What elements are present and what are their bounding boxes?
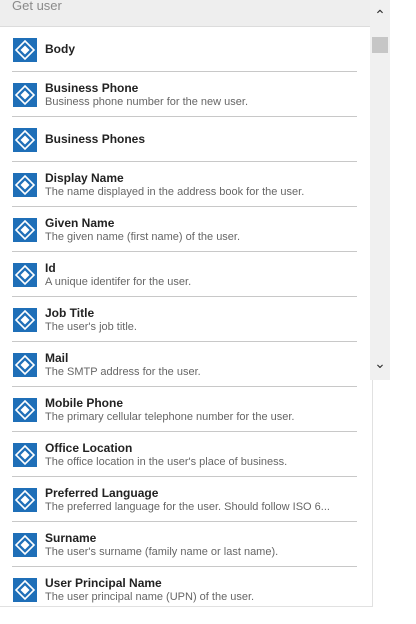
- dynamic-content-icon: [13, 488, 37, 512]
- item-description: The office location in the user's place …: [45, 456, 288, 468]
- dynamic-content-item[interactable]: Display Name The name displayed in the ad…: [0, 162, 372, 207]
- item-title: Surname: [45, 531, 97, 545]
- panel-title: Get user: [12, 0, 62, 13]
- dynamic-content-icon: [13, 263, 37, 287]
- item-description: The given name (first name) of the user.: [45, 231, 241, 243]
- item-description: The user's surname (family name or last …: [45, 546, 279, 558]
- dynamic-content-icon: [13, 533, 37, 557]
- chevron-down-icon[interactable]: ⌄: [370, 353, 390, 373]
- dynamic-content-icon: [13, 83, 37, 107]
- dynamic-content-icon: [13, 353, 37, 377]
- item-title: Display Name: [45, 171, 124, 185]
- item-description: The preferred language for the user. Sho…: [45, 501, 330, 513]
- item-title: Given Name: [45, 216, 115, 230]
- item-title: Business Phones: [45, 132, 146, 146]
- dynamic-content-item[interactable]: Business Phone Business phone number for …: [0, 72, 372, 117]
- item-title: Preferred Language: [45, 486, 159, 500]
- dynamic-content-icon: [13, 218, 37, 242]
- item-description: The name displayed in the address book f…: [45, 186, 305, 198]
- dynamic-content-icon: [13, 398, 37, 422]
- dynamic-content-icon: [13, 173, 37, 197]
- dynamic-content-icon: [13, 578, 37, 602]
- vertical-scrollbar[interactable]: ⌃ ⌄: [370, 0, 390, 380]
- item-description: The user's job title.: [45, 321, 137, 333]
- dynamic-content-item[interactable]: Mobile Phone The primary cellular telepho…: [0, 387, 372, 432]
- dynamic-content-icon: [13, 308, 37, 332]
- item-description: Business phone number for the new user.: [45, 96, 249, 108]
- dynamic-content-panel: Get user Body Business Phone Business phon…: [0, 0, 373, 607]
- dynamic-content-list: Body Business Phone Business phone number …: [0, 27, 372, 606]
- dynamic-content-icon: [13, 38, 37, 62]
- item-title: Body: [45, 42, 75, 56]
- scrollbar-thumb[interactable]: [372, 37, 388, 53]
- item-title: User Principal Name: [45, 576, 162, 590]
- dynamic-content-item[interactable]: Surname The user's surname (family name o…: [0, 522, 372, 567]
- dynamic-content-icon: [13, 443, 37, 467]
- panel-header: Get user: [0, 0, 372, 27]
- dynamic-content-item[interactable]: Body: [0, 27, 372, 72]
- dynamic-content-icon: [13, 128, 37, 152]
- dynamic-content-item[interactable]: Business Phones: [0, 117, 372, 162]
- dynamic-content-item[interactable]: Given Name The given name (first name) of…: [0, 207, 372, 252]
- item-title: Office Location: [45, 441, 133, 455]
- item-title: Business Phone: [45, 81, 139, 95]
- chevron-up-icon[interactable]: ⌃: [370, 5, 390, 25]
- item-title: Mail: [45, 351, 69, 365]
- item-description: The SMTP address for the user.: [45, 366, 201, 378]
- item-title: Id: [45, 261, 56, 275]
- dynamic-content-item[interactable]: Id A unique identifer for the user.: [0, 252, 372, 297]
- item-description: A unique identifer for the user.: [45, 276, 192, 288]
- item-title: Job Title: [45, 306, 95, 320]
- item-description: The user principal name (UPN) of the use…: [45, 591, 255, 603]
- dynamic-content-item[interactable]: Office Location The office location in th…: [0, 432, 372, 477]
- item-title: Mobile Phone: [45, 396, 123, 410]
- dynamic-content-item[interactable]: User Principal Name The user principal na…: [0, 567, 372, 606]
- dynamic-content-item[interactable]: Job Title The user's job title.: [0, 297, 372, 342]
- dynamic-content-item[interactable]: Preferred Language The preferred language…: [0, 477, 372, 522]
- dynamic-content-item[interactable]: Mail The SMTP address for the user.: [0, 342, 372, 387]
- item-description: The primary cellular telephone number fo…: [45, 411, 295, 423]
